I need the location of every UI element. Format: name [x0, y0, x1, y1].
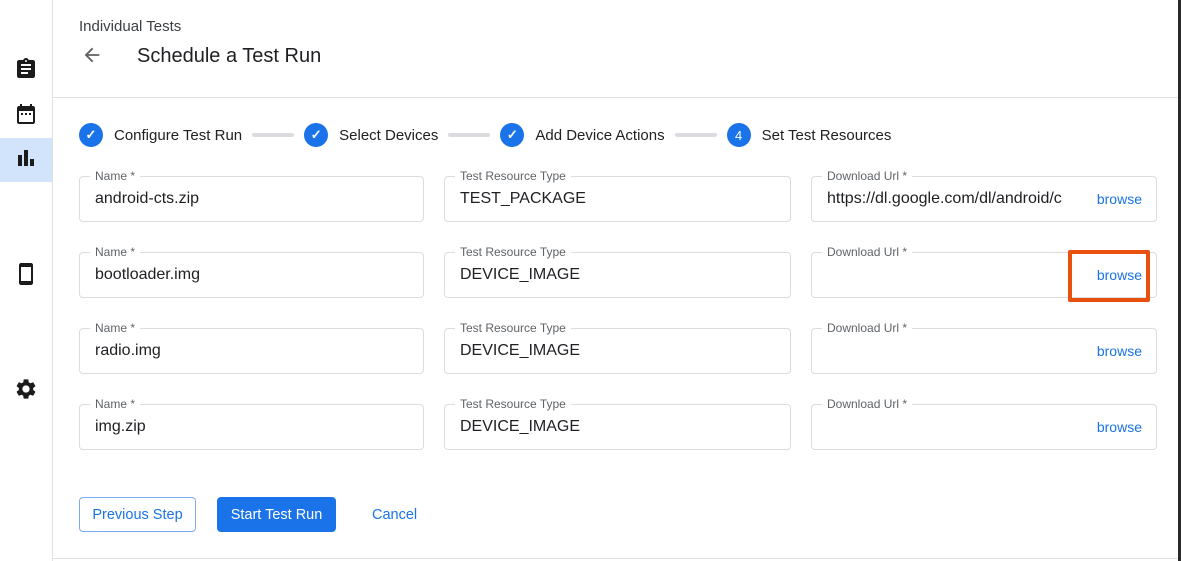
download-url-input[interactable]	[812, 329, 1097, 373]
name-field-label: Name *	[90, 397, 140, 411]
download-url-input[interactable]	[812, 405, 1097, 449]
step-connector	[675, 133, 717, 137]
cancel-button[interactable]: Cancel	[372, 497, 417, 532]
resource-type-value[interactable]: DEVICE_IMAGE	[445, 405, 790, 449]
name-field[interactable]: Name * bootloader.img	[79, 252, 424, 298]
smartphone-icon	[14, 262, 38, 291]
step-label: Set Test Resources	[762, 127, 892, 144]
bar-chart-icon	[14, 146, 38, 175]
browse-link[interactable]: browse	[1097, 419, 1142, 435]
name-field[interactable]: Name * radio.img	[79, 328, 424, 374]
resource-type-value[interactable]: DEVICE_IMAGE	[445, 253, 790, 297]
resource-type-value[interactable]: TEST_PACKAGE	[445, 177, 790, 221]
download-url-label: Download Url *	[822, 321, 912, 335]
arrow-back-icon	[81, 44, 103, 71]
back-button[interactable]	[79, 44, 105, 70]
name-field-label: Name *	[90, 321, 140, 335]
step-add-device-actions[interactable]: ✓ Add Device Actions	[500, 123, 664, 147]
sidebar-item-devices[interactable]	[0, 254, 52, 298]
download-url-field[interactable]: Download Url * browse	[811, 328, 1157, 374]
resource-type-label: Test Resource Type	[455, 321, 571, 335]
browse-link[interactable]: browse	[1097, 191, 1142, 207]
name-field-label: Name *	[90, 169, 140, 183]
calendar-icon	[14, 102, 38, 131]
step-done-icon: ✓	[79, 123, 103, 147]
assignment-icon	[14, 57, 38, 86]
sidebar-item-tests[interactable]	[0, 49, 52, 93]
resource-type-field[interactable]: Test Resource Type DEVICE_IMAGE	[444, 328, 791, 374]
step-number-badge: 4	[727, 123, 751, 147]
bottom-divider	[53, 558, 1181, 559]
main-content: Individual Tests Schedule a Test Run ✓ C…	[53, 0, 1181, 561]
name-field[interactable]: Name * img.zip	[79, 404, 424, 450]
name-input[interactable]: radio.img	[80, 329, 423, 373]
step-configure-test-run[interactable]: ✓ Configure Test Run	[79, 123, 242, 147]
resource-row: Name * radio.img Test Resource Type DEVI…	[79, 328, 1157, 374]
download-url-input[interactable]: https://dl.google.com/dl/android/c	[812, 177, 1097, 221]
stepper: ✓ Configure Test Run ✓ Select Devices ✓ …	[79, 123, 891, 147]
name-input[interactable]: android-cts.zip	[80, 177, 423, 221]
step-set-test-resources[interactable]: 4 Set Test Resources	[727, 123, 892, 147]
download-url-field[interactable]: Download Url * browse	[811, 252, 1157, 298]
resource-type-label: Test Resource Type	[455, 397, 571, 411]
step-label: Add Device Actions	[535, 127, 664, 144]
resource-row: Name * bootloader.img Test Resource Type…	[79, 252, 1157, 298]
sidebar-item-test-runs[interactable]	[0, 138, 52, 182]
step-done-icon: ✓	[500, 123, 524, 147]
name-input[interactable]: img.zip	[80, 405, 423, 449]
resource-type-value[interactable]: DEVICE_IMAGE	[445, 329, 790, 373]
page-title: Schedule a Test Run	[137, 45, 321, 68]
name-input[interactable]: bootloader.img	[80, 253, 423, 297]
download-url-label: Download Url *	[822, 245, 912, 259]
sidebar-item-schedules[interactable]	[0, 94, 52, 138]
resource-type-field[interactable]: Test Resource Type DEVICE_IMAGE	[444, 252, 791, 298]
resource-row: Name * android-cts.zip Test Resource Typ…	[79, 176, 1157, 222]
step-label: Select Devices	[339, 127, 438, 144]
download-url-input[interactable]	[812, 253, 1097, 297]
settings-icon	[14, 377, 38, 406]
name-field[interactable]: Name * android-cts.zip	[79, 176, 424, 222]
download-url-label: Download Url *	[822, 169, 912, 183]
sidebar	[0, 0, 53, 561]
step-connector	[252, 133, 294, 137]
start-test-run-button[interactable]: Start Test Run	[217, 497, 336, 532]
step-label: Configure Test Run	[114, 127, 242, 144]
step-select-devices[interactable]: ✓ Select Devices	[304, 123, 438, 147]
step-connector	[448, 133, 490, 137]
name-field-label: Name *	[90, 245, 140, 259]
action-bar: Previous Step Start Test Run Cancel	[79, 497, 417, 532]
step-done-icon: ✓	[304, 123, 328, 147]
sidebar-item-settings[interactable]	[0, 369, 52, 413]
browse-link[interactable]: browse	[1097, 267, 1142, 283]
browse-link[interactable]: browse	[1097, 343, 1142, 359]
download-url-label: Download Url *	[822, 397, 912, 411]
resource-type-field[interactable]: Test Resource Type TEST_PACKAGE	[444, 176, 791, 222]
resource-row: Name * img.zip Test Resource Type DEVICE…	[79, 404, 1157, 450]
header-divider	[53, 97, 1181, 98]
breadcrumb: Individual Tests	[79, 18, 181, 35]
resource-type-label: Test Resource Type	[455, 169, 571, 183]
previous-step-button[interactable]: Previous Step	[79, 497, 196, 532]
download-url-field[interactable]: Download Url * browse	[811, 404, 1157, 450]
download-url-field[interactable]: Download Url * https://dl.google.com/dl/…	[811, 176, 1157, 222]
resource-type-field[interactable]: Test Resource Type DEVICE_IMAGE	[444, 404, 791, 450]
resource-type-label: Test Resource Type	[455, 245, 571, 259]
